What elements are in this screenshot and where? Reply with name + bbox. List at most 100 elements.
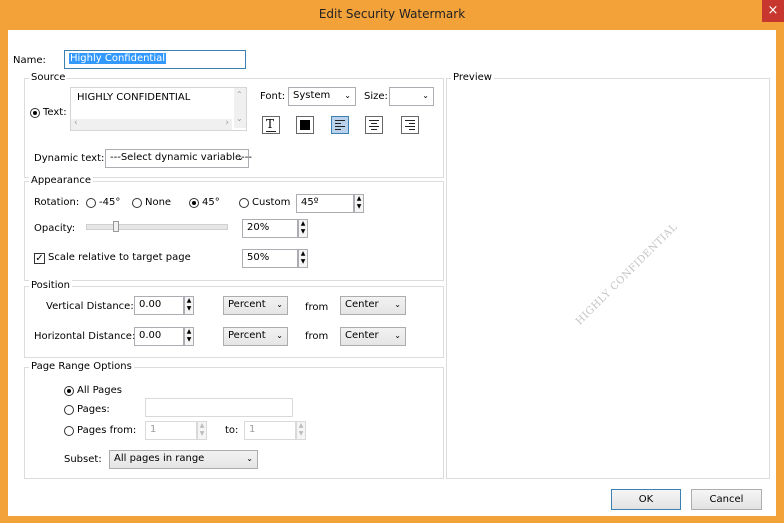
scale-checkbox[interactable]: ✓	[34, 253, 45, 264]
preview-legend: Preview	[451, 72, 494, 83]
rotation-minus45-radio[interactable]	[86, 198, 96, 208]
text-style-icon: T	[266, 117, 275, 131]
scroll-right-icon[interactable]: ›	[225, 118, 229, 128]
horizontal-distance-input[interactable]: 0.00	[134, 327, 184, 346]
align-right-button[interactable]	[401, 116, 419, 134]
chevron-down-icon: ⌄	[246, 454, 253, 463]
scroll-down-icon[interactable]: ⌄	[236, 114, 243, 123]
horizontal-distance-spinner[interactable]: ▲ ▼	[184, 327, 194, 346]
text-hscrollbar[interactable]: ‹ ›	[71, 118, 232, 130]
chevron-down-icon: ⌄	[276, 331, 283, 340]
horizontal-unit-select[interactable]: Percent ⌄	[223, 327, 288, 346]
scale-label[interactable]: Scale relative to target page	[48, 252, 191, 263]
rotation-custom-radio[interactable]	[239, 198, 249, 208]
name-input-value: Highly Confidential	[69, 53, 167, 64]
dialog-window: Edit Security Watermark × Name: Highly C…	[0, 0, 784, 523]
scale-value: 50%	[247, 252, 270, 263]
align-center-button[interactable]	[365, 116, 383, 134]
subset-select[interactable]: All pages in range ⌄	[109, 450, 258, 469]
opacity-slider-thumb[interactable]	[113, 221, 119, 232]
dynamic-text-value: ---Select dynamic variable---	[110, 152, 252, 163]
vertical-distance-input[interactable]: 0.00	[134, 296, 184, 315]
horizontal-from-value: Center	[345, 330, 379, 341]
rotation-custom-label[interactable]: Custom	[252, 197, 290, 208]
vertical-distance-label: Vertical Distance:	[46, 301, 134, 312]
font-select[interactable]: System ⌄	[288, 87, 356, 106]
opacity-spinner[interactable]: ▲ ▼	[298, 219, 308, 238]
chevron-down-icon: ⌄	[394, 300, 401, 309]
pages-from-spinner[interactable]: ▲ ▼	[197, 421, 207, 440]
vertical-from-value: Center	[345, 299, 379, 310]
rotation-minus45-label[interactable]: -45°	[99, 197, 120, 208]
chevron-down-icon: ⌄	[394, 331, 401, 340]
name-input[interactable]: Highly Confidential	[64, 50, 246, 69]
all-pages-label[interactable]: All Pages	[77, 385, 122, 396]
pages-from-radio[interactable]	[64, 426, 74, 436]
text-radio[interactable]	[30, 108, 40, 118]
vertical-from-label: from	[305, 302, 329, 313]
pages-from-label[interactable]: Pages from:	[77, 425, 136, 436]
horizontal-from-label: from	[305, 331, 329, 342]
font-label: Font:	[260, 91, 286, 102]
preview-watermark-text: HIGHLY CONFIDENTIAL	[574, 221, 680, 328]
subset-label: Subset:	[64, 454, 102, 465]
position-legend: Position	[29, 280, 72, 291]
underline-mark	[266, 131, 276, 132]
align-right-icon	[405, 120, 416, 131]
scroll-left-icon[interactable]: ‹	[74, 118, 78, 128]
vertical-from-select[interactable]: Center ⌄	[340, 296, 406, 315]
opacity-input[interactable]: 20%	[242, 219, 298, 238]
title-bar[interactable]: Edit Security Watermark ×	[0, 0, 784, 30]
dynamic-text-label: Dynamic text:	[34, 153, 105, 164]
pages-label[interactable]: Pages:	[77, 404, 110, 415]
chevron-down-icon: ⌄	[237, 153, 244, 162]
vertical-unit-select[interactable]: Percent ⌄	[223, 296, 288, 315]
color-swatch-icon	[300, 120, 310, 130]
align-center-icon	[369, 120, 380, 131]
size-select[interactable]: ⌄	[389, 87, 434, 106]
horizontal-distance-value: 0.00	[139, 330, 162, 341]
pages-input[interactable]	[145, 398, 293, 417]
custom-rotation-input[interactable]: 45º	[296, 194, 354, 213]
dynamic-text-select[interactable]: ---Select dynamic variable--- ⌄	[105, 149, 252, 168]
chevron-down-icon: ⌄	[344, 91, 351, 100]
scale-spinner[interactable]: ▲ ▼	[298, 249, 308, 268]
watermark-text-area[interactable]: HIGHLY CONFIDENTIAL ⌃ ⌄ ‹ ›	[70, 87, 247, 131]
opacity-slider[interactable]	[86, 220, 228, 233]
vertical-distance-spinner[interactable]: ▲ ▼	[184, 296, 194, 315]
window-title: Edit Security Watermark	[318, 7, 466, 21]
scale-input[interactable]: 50%	[242, 249, 298, 268]
subset-value: All pages in range	[114, 453, 205, 464]
rotation-none-label[interactable]: None	[145, 197, 171, 208]
pages-to-input[interactable]: 1	[244, 421, 296, 440]
scroll-up-icon[interactable]: ⌃	[236, 90, 243, 99]
close-button[interactable]: ×	[762, 0, 784, 22]
cancel-button[interactable]: Cancel	[691, 489, 762, 510]
pages-from-input[interactable]: 1	[145, 421, 197, 440]
align-left-button[interactable]	[331, 116, 349, 134]
vertical-unit-value: Percent	[228, 299, 266, 310]
text-color-button[interactable]	[296, 116, 314, 134]
rotation-none-radio[interactable]	[132, 198, 142, 208]
name-label: Name:	[13, 55, 46, 66]
pages-radio[interactable]	[64, 405, 74, 415]
rotation-45-label[interactable]: 45°	[202, 197, 220, 208]
source-legend: Source	[29, 72, 68, 83]
text-radio-label[interactable]: Text:	[43, 107, 67, 118]
vertical-distance-value: 0.00	[139, 299, 162, 310]
rotation-45-radio[interactable]	[189, 198, 199, 208]
opacity-slider-track	[86, 224, 228, 230]
to-label: to:	[225, 425, 239, 436]
text-scrollbar[interactable]: ⌃ ⌄	[234, 88, 246, 128]
custom-rotation-spinner[interactable]: ▲ ▼	[354, 194, 364, 213]
all-pages-radio[interactable]	[64, 386, 74, 396]
horizontal-distance-label: Horizontal Distance:	[34, 331, 136, 342]
pages-to-spinner[interactable]: ▲ ▼	[296, 421, 306, 440]
align-left-icon	[335, 120, 346, 131]
size-label: Size:	[364, 91, 388, 102]
horizontal-from-select[interactable]: Center ⌄	[340, 327, 406, 346]
ok-button[interactable]: OK	[611, 489, 681, 510]
opacity-value: 20%	[247, 222, 270, 233]
text-style-button[interactable]: T	[262, 116, 280, 134]
dialog-body: Name: Highly Confidential Source Text: H…	[8, 30, 776, 516]
